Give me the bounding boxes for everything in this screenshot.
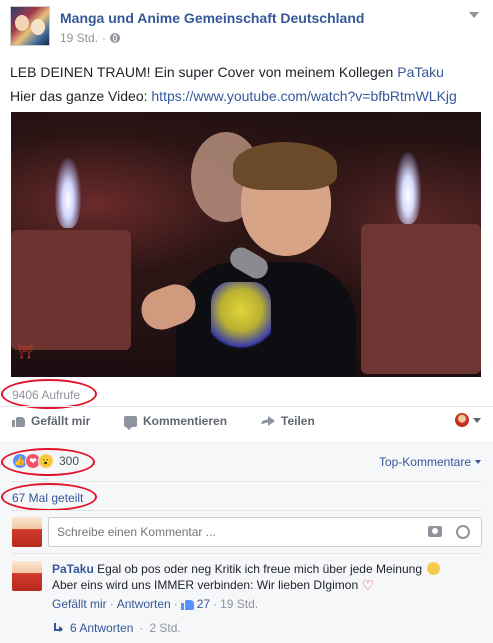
comment-reply-button[interactable]: Antworten xyxy=(117,597,171,611)
page-avatar[interactable] xyxy=(10,6,50,46)
identity-avatar xyxy=(455,413,469,427)
meta-separator: · xyxy=(109,597,114,611)
post-text: LEB DEINEN TRAUM! Ein super Cover von me… xyxy=(10,60,485,108)
divider xyxy=(12,481,482,482)
meta-separator: · xyxy=(139,621,144,635)
view-replies[interactable]: 6 Antworten · 2 Std. xyxy=(52,621,181,635)
comment-sort-label: Top-Kommentare xyxy=(378,455,471,469)
heart-emoji-icon: ♡ xyxy=(361,577,375,593)
singer-hair xyxy=(233,142,337,190)
candle-flame-right xyxy=(395,152,421,224)
page-name[interactable]: Manga und Anime Gemeinschaft Deutschland xyxy=(60,10,364,26)
camera-icon[interactable] xyxy=(428,526,442,537)
comment-line1: PaTaku Egal ob pos oder neg Kritik ich f… xyxy=(52,561,482,577)
chevron-down-icon xyxy=(473,417,481,423)
meta-separator: · xyxy=(102,31,107,45)
annotation-ellipse-shares xyxy=(1,483,97,511)
action-bar: Gefällt mir Kommentieren Teilen xyxy=(0,408,493,438)
post-text-part: LEB DEINEN TRAUM! Ein super Cover von me… xyxy=(10,64,398,80)
divider xyxy=(12,510,482,511)
comment-like-count[interactable]: 27 xyxy=(197,597,210,611)
comment-like-button[interactable]: Gefällt mir xyxy=(52,597,107,611)
shirt-print xyxy=(211,282,271,352)
post-text-line2: Hier das ganze Video: https://www.youtub… xyxy=(10,84,485,108)
comment-meta: Gefällt mir · Antworten · 27 · 19 Std. xyxy=(52,597,258,611)
comment-label: Kommentieren xyxy=(143,414,228,428)
post-header: Manga und Anime Gemeinschaft Deutschland… xyxy=(10,6,485,50)
avatar[interactable] xyxy=(12,561,42,591)
replies-count[interactable]: 6 Antworten xyxy=(70,621,133,635)
like-icon xyxy=(180,598,194,610)
post-text-part: Hier das ganze Video: xyxy=(10,88,152,104)
avatar[interactable] xyxy=(12,517,42,547)
video-player[interactable]: ⛩ xyxy=(11,112,481,377)
globe-icon xyxy=(110,33,121,43)
like-icon xyxy=(12,415,25,427)
annotation-ellipse-views xyxy=(1,379,97,409)
post-text-line1: LEB DEINEN TRAUM! Ein super Cover von me… xyxy=(10,60,485,84)
comment-author[interactable]: PaTaku xyxy=(52,562,94,576)
like-label: Gefällt mir xyxy=(31,414,91,428)
sticker-icon[interactable] xyxy=(456,525,470,539)
mention-link[interactable]: PaTaku xyxy=(397,64,444,80)
comment-text: Aber eins wird uns IMMER verbinden: Wir … xyxy=(52,578,359,592)
comment-input[interactable] xyxy=(48,517,482,547)
comment-button[interactable]: Kommentieren xyxy=(124,414,228,430)
annotation-ellipse-reactions xyxy=(1,448,95,476)
like-button[interactable]: Gefällt mir xyxy=(12,414,90,428)
divider xyxy=(12,553,482,554)
comment-sort-dropdown[interactable]: Top-Kommentare xyxy=(379,455,481,469)
video-logo: ⛩ xyxy=(17,344,34,359)
smile-emoji-icon xyxy=(427,562,441,575)
video-url-link[interactable]: https://www.youtube.com/watch?v=bfbRtmWL… xyxy=(151,88,456,104)
share-label: Teilen xyxy=(281,414,315,428)
post-time[interactable]: 19 Std. xyxy=(60,31,98,45)
candle-base-right xyxy=(361,224,481,374)
comment-body: PaTaku Egal ob pos oder neg Kritik ich f… xyxy=(52,561,482,593)
comment-text: Egal ob pos oder neg Kritik ich freue mi… xyxy=(97,562,422,576)
share-button[interactable]: Teilen xyxy=(261,414,315,428)
chevron-down-icon xyxy=(475,460,481,464)
replies-time: 2 Std. xyxy=(149,621,181,635)
candle-flame-left xyxy=(55,158,81,228)
divider xyxy=(0,406,493,407)
comment-time[interactable]: 19 Std. xyxy=(220,597,258,611)
comment-icon xyxy=(124,415,137,430)
chevron-down-icon[interactable] xyxy=(467,12,481,22)
reply-arrow-icon xyxy=(52,623,64,633)
meta-separator: · xyxy=(173,597,178,611)
share-icon xyxy=(261,416,275,426)
post-meta: 19 Std. · xyxy=(60,31,121,45)
identity-selector[interactable] xyxy=(455,413,481,427)
candle-base-left xyxy=(11,230,131,350)
meta-separator: · xyxy=(213,597,218,611)
comment-line2: Aber eins wird uns IMMER verbinden: Wir … xyxy=(52,577,482,593)
comment-composer xyxy=(12,517,482,549)
